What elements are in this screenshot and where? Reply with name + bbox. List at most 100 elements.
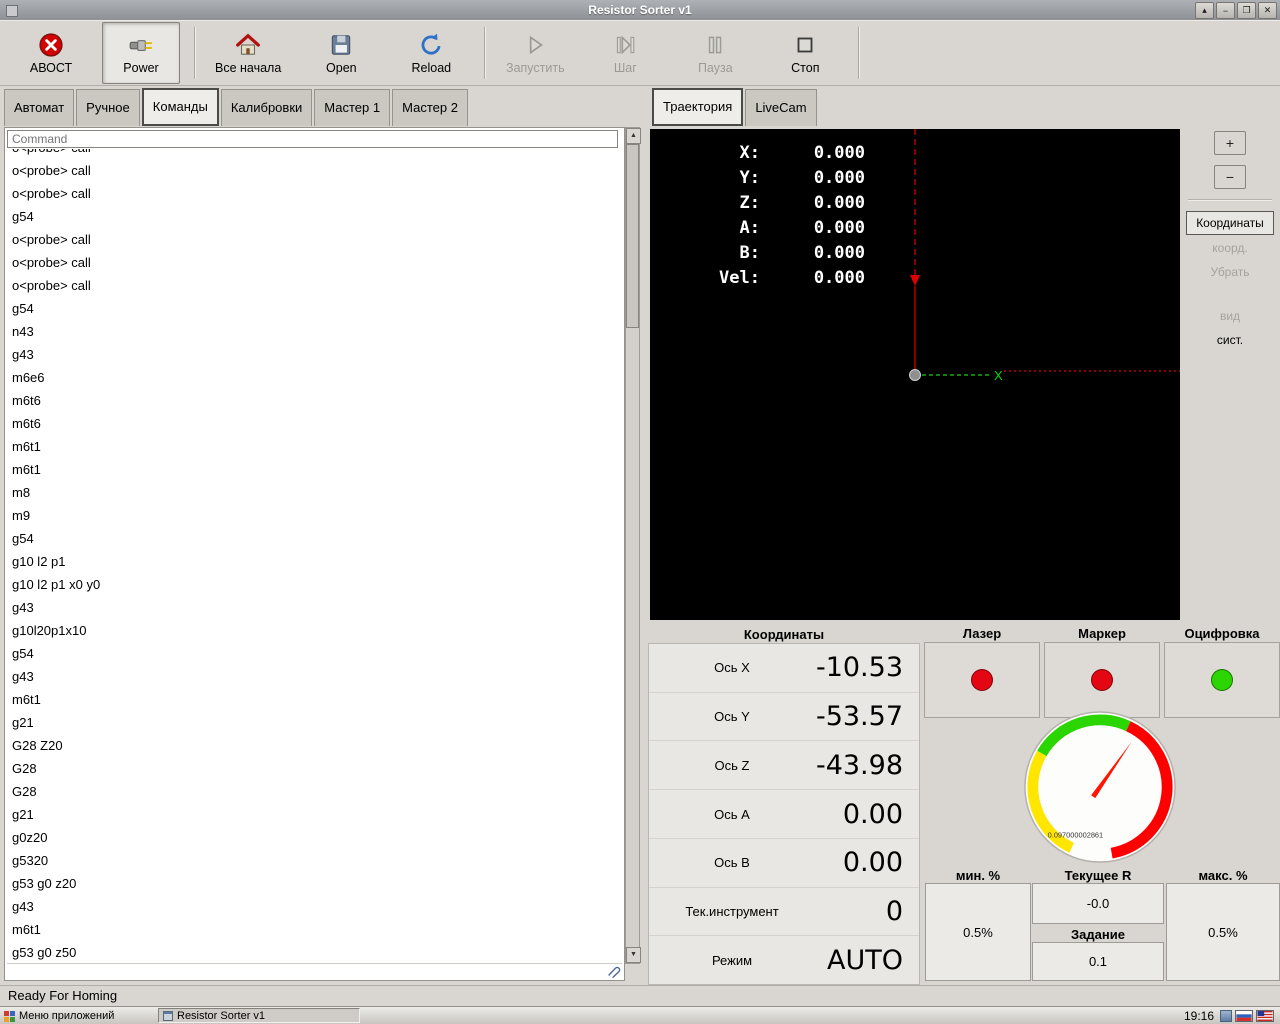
command-list-item[interactable]: o<probe> call: [7, 149, 622, 159]
maximize-icon[interactable]: ❐: [1237, 2, 1256, 19]
command-list-footer: [7, 963, 622, 979]
command-list-item[interactable]: G28: [7, 780, 622, 803]
home-all-button[interactable]: Все начала: [206, 22, 290, 84]
tab-calibration[interactable]: Калибровки: [220, 89, 313, 126]
taskbar-window-button[interactable]: Resistor Sorter v1: [158, 1008, 360, 1023]
command-list-item[interactable]: o<probe> call: [7, 228, 622, 251]
zoom-in-button[interactable]: +: [1214, 131, 1246, 155]
power-button[interactable]: Power: [102, 22, 180, 84]
zoom-out-button[interactable]: −: [1214, 165, 1246, 189]
dro-axis-value: 0.000: [813, 243, 865, 263]
command-list-item[interactable]: o<probe> call: [7, 159, 622, 182]
statusbar: Ready For Homing: [0, 985, 1280, 1006]
keyboard-layout-ru-icon[interactable]: [1235, 1010, 1253, 1022]
tab-master2[interactable]: Мастер 2: [392, 89, 468, 126]
command-list-item[interactable]: g0z20: [7, 826, 622, 849]
scrollbar-thumb[interactable]: [626, 144, 639, 328]
command-list-item[interactable]: g43: [7, 596, 622, 619]
command-list-item[interactable]: g54: [7, 205, 622, 228]
shade-icon[interactable]: ▴: [1195, 2, 1214, 19]
command-list-item[interactable]: n43: [7, 320, 622, 343]
command-list-item[interactable]: g10 l2 p1: [7, 550, 622, 573]
command-list-item[interactable]: g54: [7, 297, 622, 320]
coordinate-row: Тек.инструмент 0: [649, 888, 919, 937]
command-list-item[interactable]: m6t6: [7, 412, 622, 435]
command-list-item[interactable]: m6t6: [7, 389, 622, 412]
gremlin-preview[interactable]: X X: 0.000 Y: 0.000 Z: 0.000 A: 0.000 B:…: [650, 129, 1180, 620]
current-r-label: Текущее R: [1064, 868, 1132, 883]
coordinates-toggle-button[interactable]: Координаты: [1186, 211, 1274, 235]
system-button[interactable]: сист.: [1186, 329, 1274, 351]
command-list-item[interactable]: g43: [7, 665, 622, 688]
command-list-item[interactable]: m6t1: [7, 435, 622, 458]
min-percent-label: мин. %: [955, 868, 1001, 883]
clear-button[interactable]: Убрать: [1186, 261, 1274, 283]
command-list-item[interactable]: o<probe> call: [7, 182, 622, 205]
dro-axis-label: Vel:: [719, 268, 760, 288]
window-icon: [163, 1010, 173, 1021]
tab-trajectory[interactable]: Траектория: [652, 88, 744, 126]
command-list-item[interactable]: m6t1: [7, 918, 622, 941]
reload-label: Reload: [411, 61, 452, 75]
x-axis-label: X: [994, 368, 1003, 383]
command-list-item[interactable]: m6t1: [7, 688, 622, 711]
run-button[interactable]: Запустить: [496, 22, 574, 84]
tab-manual[interactable]: Ручное: [76, 89, 140, 126]
command-list-item[interactable]: g10l20p1x10: [7, 619, 622, 642]
command-list-item[interactable]: g53 g0 z20: [7, 872, 622, 895]
tab-livecam[interactable]: LiveCam: [745, 89, 817, 126]
command-list-item[interactable]: o<probe> call: [7, 251, 622, 274]
step-button[interactable]: Шаг: [586, 22, 664, 84]
close-icon[interactable]: ✕: [1258, 2, 1277, 19]
command-list-item[interactable]: g21: [7, 711, 622, 734]
command-list-scrollbar[interactable]: ▲ ▼: [625, 127, 641, 964]
coordinate-value: -43.98: [815, 749, 903, 781]
coordinate-value: -10.53: [815, 652, 903, 684]
applications-menu-button[interactable]: Меню приложений: [4, 1007, 114, 1024]
tray-app-icon[interactable]: [1220, 1010, 1232, 1022]
coord-button[interactable]: коорд.: [1186, 237, 1274, 259]
dro-axis-label: Y:: [739, 168, 760, 188]
status-indicators: Лазер Маркер Оцифровка: [924, 626, 1280, 718]
command-list-item[interactable]: g54: [7, 642, 622, 665]
stop-button[interactable]: Стоп: [766, 22, 844, 84]
tab-master1[interactable]: Мастер 1: [314, 89, 391, 126]
command-list-item[interactable]: m8: [7, 481, 622, 504]
command-list-item[interactable]: g5320: [7, 849, 622, 872]
dro-axis-value: 0.000: [813, 218, 865, 238]
scroll-up-icon[interactable]: ▲: [626, 128, 641, 144]
reload-button[interactable]: Reload: [392, 22, 470, 84]
command-list-item[interactable]: m6t1: [7, 458, 622, 481]
command-list-item[interactable]: m9: [7, 504, 622, 527]
command-history-list[interactable]: o<probe> call o<probe> call o<probe> cal…: [7, 149, 622, 965]
command-list-item[interactable]: g10 l2 p1 x0 y0: [7, 573, 622, 596]
command-list-item[interactable]: g53 g0 z50: [7, 941, 622, 964]
estop-button[interactable]: АВОСТ: [12, 22, 90, 84]
resize-grip-icon[interactable]: [606, 965, 621, 979]
dro-row: X: 0.000: [650, 141, 880, 166]
titlebar[interactable]: Resistor Sorter v1 ▴ − ❐ ✕: [0, 0, 1280, 20]
pause-button[interactable]: Пауза: [676, 22, 754, 84]
command-list-item[interactable]: m6e6: [7, 366, 622, 389]
command-list-item[interactable]: g43: [7, 895, 622, 918]
command-input[interactable]: [7, 130, 618, 148]
command-list-item[interactable]: G28 Z20: [7, 734, 622, 757]
command-list-item[interactable]: g21: [7, 803, 622, 826]
target-value[interactable]: 0.1: [1032, 942, 1164, 981]
commands-panel: o<probe> call o<probe> call o<probe> cal…: [4, 127, 625, 981]
minimize-icon[interactable]: −: [1216, 2, 1235, 19]
command-list-item[interactable]: o<probe> call: [7, 274, 622, 297]
keyboard-layout-us-icon[interactable]: [1256, 1010, 1274, 1022]
tab-commands[interactable]: Команды: [141, 88, 219, 126]
command-list-item[interactable]: G28: [7, 757, 622, 780]
dro-axis-label: Z:: [739, 193, 760, 213]
scroll-down-icon[interactable]: ▼: [626, 947, 641, 963]
coordinate-row: Ось Y -53.57: [649, 693, 919, 742]
tab-auto[interactable]: Автомат: [4, 89, 75, 126]
open-button[interactable]: Open: [302, 22, 380, 84]
command-list-item[interactable]: g54: [7, 527, 622, 550]
clock[interactable]: 19:16: [1184, 1007, 1214, 1024]
pause-icon: [702, 31, 728, 59]
command-list-item[interactable]: g43: [7, 343, 622, 366]
view-button[interactable]: вид: [1186, 305, 1274, 327]
